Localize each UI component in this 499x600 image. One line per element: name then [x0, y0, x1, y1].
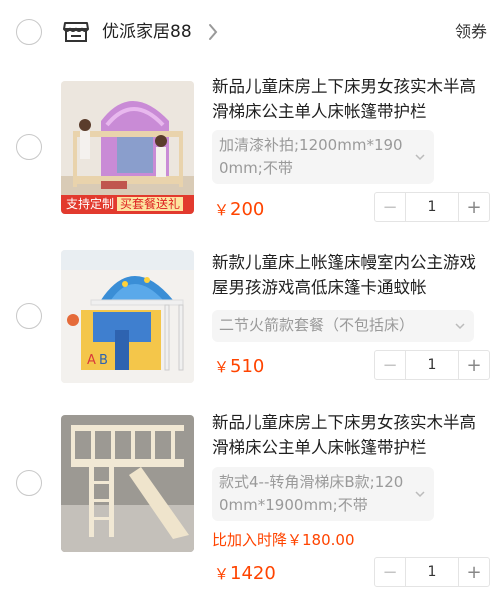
store-icon[interactable]	[62, 20, 90, 44]
item-select-radio[interactable]	[16, 134, 42, 160]
price-value: 510	[230, 356, 265, 377]
chevron-down-icon	[455, 323, 465, 330]
chevron-right-icon[interactable]	[207, 22, 219, 42]
shop-header: 优派家居88 领券	[0, 0, 499, 64]
promo-label: 支持定制	[66, 197, 115, 211]
price: ￥200	[214, 198, 264, 222]
quantity-stepper: − 1 +	[374, 557, 490, 587]
variant-text: 款式4--转角滑梯床B款;1200mm*1900mm;不带	[219, 473, 404, 514]
slide-bed-image	[61, 415, 194, 552]
price-symbol: ￥	[214, 201, 230, 219]
shop-name[interactable]: 优派家居88	[102, 20, 192, 44]
item-select-radio[interactable]	[16, 303, 42, 329]
product-image[interactable]: 支持定制 买套餐送礼	[61, 81, 194, 214]
variant-text: 二节火箭款套餐（不包括床）	[219, 316, 415, 334]
variant-text: 加清漆补拍;1200mm*1900mm;不带	[219, 136, 403, 177]
product-title[interactable]: 新款儿童床上帐篷床幔室内公主游戏屋男孩游戏高低床篷卡通蚊帐	[212, 250, 490, 300]
chevron-down-icon	[415, 491, 425, 498]
decrease-button[interactable]: −	[375, 558, 405, 586]
price-drop-note: 比加入时降￥180.00	[212, 531, 355, 549]
variant-selector[interactable]: 二节火箭款套餐（不包括床）	[212, 310, 474, 342]
increase-button[interactable]: +	[459, 193, 489, 221]
price: ￥1420	[214, 562, 276, 586]
item-select-radio[interactable]	[16, 470, 42, 496]
product-image[interactable]	[61, 415, 194, 552]
shop-select-radio[interactable]	[16, 19, 42, 45]
product-title[interactable]: 新品儿童床房上下床男女孩实木半高滑梯床公主单人床帐篷带护栏	[212, 410, 490, 460]
product-image[interactable]: A B	[61, 250, 194, 383]
quantity-stepper: − 1 +	[374, 350, 490, 380]
price-symbol: ￥	[214, 358, 230, 376]
price-symbol: ￥	[214, 565, 230, 583]
quantity-value[interactable]: 1	[405, 351, 459, 379]
increase-button[interactable]: +	[459, 351, 489, 379]
variant-selector[interactable]: 款式4--转角滑梯床B款;1200mm*1900mm;不带	[212, 467, 434, 521]
increase-button[interactable]: +	[459, 558, 489, 586]
promo-highlight: 买套餐送礼	[117, 197, 184, 211]
product-title[interactable]: 新品儿童床房上下床男女孩实木半高滑梯床公主单人床帐篷带护栏	[212, 74, 490, 124]
decrease-button[interactable]: −	[375, 351, 405, 379]
price-value: 200	[230, 199, 265, 220]
svg-text:B: B	[99, 353, 108, 368]
price: ￥510	[214, 355, 264, 379]
svg-text:A: A	[87, 353, 96, 368]
quantity-value[interactable]: 1	[405, 193, 459, 221]
play-house-tent-image: A B	[61, 250, 194, 383]
variant-selector[interactable]: 加清漆补拍;1200mm*1900mm;不带	[212, 130, 434, 184]
decrease-button[interactable]: −	[375, 193, 405, 221]
quantity-stepper: − 1 +	[374, 192, 490, 222]
chevron-down-icon	[415, 154, 425, 161]
quantity-value[interactable]: 1	[405, 558, 459, 586]
price-value: 1420	[230, 563, 276, 584]
coupon-link[interactable]: 领券	[455, 20, 487, 44]
promo-banner: 支持定制 买套餐送礼	[61, 195, 194, 214]
